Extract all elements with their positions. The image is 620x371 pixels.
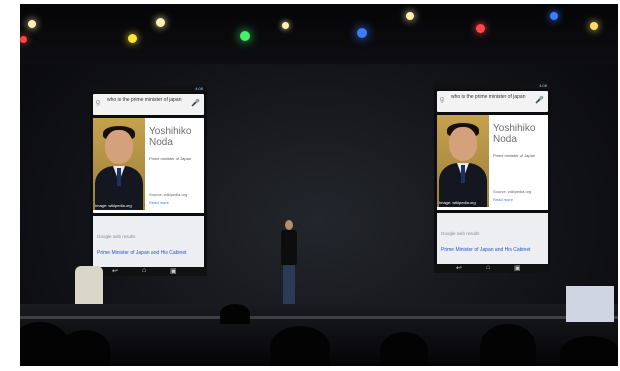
- person-description: Prime minister of Japan: [149, 156, 192, 161]
- person-photo: Image: wikipedia.org: [437, 115, 489, 207]
- presenter-legs: [283, 265, 295, 309]
- web-results-label: Google web results: [97, 234, 136, 239]
- knowledge-card: Image: wikipedia.org Yoshihiko Noda Prim…: [93, 118, 204, 213]
- image-caption: Image: wikipedia.org: [95, 203, 132, 208]
- photo-tie: [461, 165, 465, 183]
- knowledge-card: Image: wikipedia.org Yoshihiko Noda Prim…: [437, 115, 548, 210]
- stage-light: [406, 12, 414, 20]
- read-more-link[interactable]: Read more: [149, 200, 169, 205]
- status-bar: 4:08: [434, 83, 551, 89]
- stage-edge: [20, 316, 618, 319]
- photo-face: [105, 130, 133, 164]
- back-icon[interactable]: ↩: [112, 267, 118, 275]
- status-time: 4:08: [195, 86, 203, 91]
- stage-light: [476, 24, 485, 33]
- search-bar[interactable]: g who is the prime minister of japan 🎤: [93, 94, 204, 115]
- recent-apps-icon[interactable]: ▣: [170, 267, 177, 275]
- image-caption: Image: wikipedia.org: [439, 200, 476, 205]
- microphone-icon[interactable]: 🎤: [191, 99, 200, 107]
- left-projected-screen: 4:08 g who is the prime minister of japa…: [90, 86, 207, 276]
- stage-light: [282, 22, 289, 29]
- back-icon[interactable]: ↩: [456, 264, 462, 272]
- person-name: Yoshihiko Noda: [493, 123, 536, 145]
- status-bar: 4:08: [90, 86, 207, 92]
- audience-silhouette: [270, 326, 330, 366]
- nav-bar: ↩ ⌂ ▣: [90, 267, 207, 276]
- stage-equipment-box: [566, 286, 614, 322]
- audience-silhouette: [220, 304, 250, 324]
- person-description: Prime minister of Japan: [493, 153, 536, 158]
- source-text: Source: wikipedia.org: [149, 192, 188, 197]
- stage-light: [28, 20, 36, 28]
- google-g-icon: g: [440, 96, 444, 103]
- presenter-head: [285, 220, 293, 230]
- lighting-rig: [20, 4, 618, 64]
- results-area: Google web results Prime Minister of Jap…: [93, 216, 204, 268]
- microphone-icon[interactable]: 🎤: [535, 96, 544, 104]
- home-icon[interactable]: ⌂: [142, 267, 146, 274]
- status-time: 4:08: [539, 83, 547, 88]
- audience-silhouette: [60, 330, 110, 366]
- right-projected-screen: 4:08 g who is the prime minister of japa…: [434, 83, 551, 273]
- person-name: Yoshihiko Noda: [149, 126, 192, 148]
- audience-silhouette: [380, 332, 428, 366]
- results-area: Google web results Prime Minister of Jap…: [437, 213, 548, 265]
- photo-face: [449, 127, 477, 161]
- web-results-label: Google web results: [441, 231, 480, 236]
- audience-silhouette: [560, 336, 618, 366]
- read-more-link[interactable]: Read more: [493, 197, 513, 202]
- source-text: Source: wikipedia.org: [493, 189, 532, 194]
- stage-light: [590, 22, 598, 30]
- person-photo: Image: wikipedia.org: [93, 118, 145, 210]
- search-query[interactable]: who is the prime minister of japan: [107, 97, 190, 103]
- recent-apps-icon[interactable]: ▣: [514, 264, 521, 272]
- stage-light: [128, 34, 137, 43]
- stage-photo: 4:08 g who is the prime minister of japa…: [20, 4, 618, 366]
- photo-tie: [117, 168, 121, 186]
- stage-light: [20, 36, 27, 43]
- stage-light: [240, 31, 250, 41]
- result-link[interactable]: Prime Minister of Japan and His Cabinet: [97, 250, 187, 256]
- presenter-figure: [280, 220, 298, 310]
- audience-silhouette: [480, 324, 536, 366]
- google-g-icon: g: [96, 99, 100, 106]
- stage-light: [156, 18, 165, 27]
- search-query[interactable]: who is the prime minister of japan: [451, 94, 534, 100]
- search-bar[interactable]: g who is the prime minister of japan 🎤: [437, 91, 548, 112]
- stage-light: [357, 28, 367, 38]
- stage-light: [550, 12, 558, 20]
- presenter-torso: [281, 230, 297, 266]
- result-link[interactable]: Prime Minister of Japan and His Cabinet: [441, 247, 531, 253]
- home-icon[interactable]: ⌂: [486, 264, 490, 271]
- nav-bar: ↩ ⌂ ▣: [434, 264, 551, 273]
